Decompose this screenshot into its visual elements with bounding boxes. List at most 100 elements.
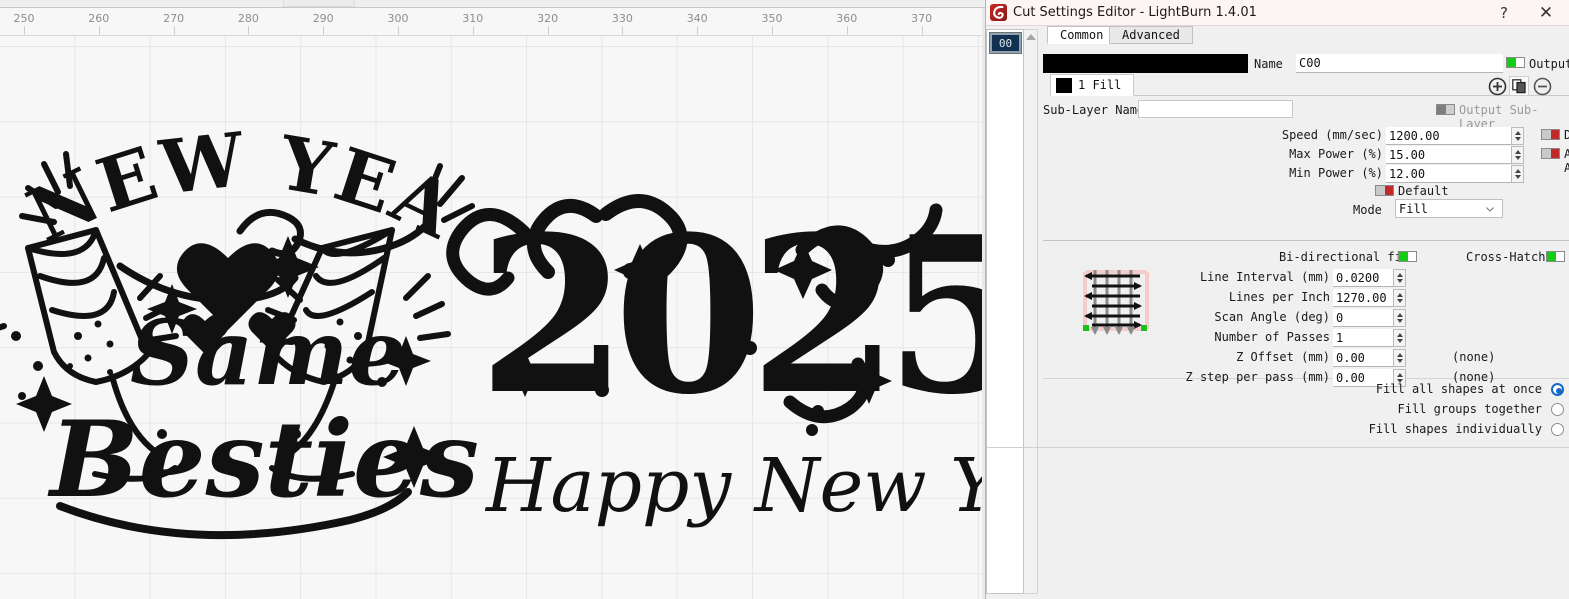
ruler-tick-260	[98, 26, 100, 35]
radio-row-fill-all[interactable]: Fill all shapes at once	[1043, 380, 1569, 400]
name-input[interactable]: C00	[1296, 54, 1503, 73]
sublayer-name-input[interactable]	[1138, 100, 1293, 118]
air-assist-label: Air Assist	[1564, 147, 1569, 175]
ruler-tick-290	[323, 26, 325, 35]
radio-row-fill-groups[interactable]: Fill groups together	[1043, 400, 1569, 420]
mode-label: Mode	[1353, 203, 1382, 217]
scan-angle-row: Scan Angle (deg)	[1043, 309, 1330, 327]
remove-sublayer-button[interactable]	[1532, 76, 1552, 96]
help-button[interactable]: ?	[1487, 0, 1521, 26]
scan-angle-spinner[interactable]	[1393, 309, 1406, 327]
lines-per-inch-label: Lines per Inch	[1228, 290, 1330, 304]
z-offset-spinner[interactable]	[1393, 349, 1406, 367]
z-offset-row: Z Offset (mm)	[1043, 349, 1330, 367]
ruler-label-280: 280	[237, 12, 259, 25]
max-power-spinner[interactable]	[1511, 146, 1524, 164]
line-interval-spinner[interactable]	[1393, 269, 1406, 287]
min-power-row: Min Power (%)	[1043, 165, 1383, 183]
ruler-label-250: 250	[13, 12, 35, 25]
fill-all-shapes-radio[interactable]	[1551, 383, 1564, 396]
lines-per-inch-spinner[interactable]	[1393, 289, 1406, 307]
ruler-label-260: 260	[88, 12, 110, 25]
z-offset-note: (none)	[1452, 350, 1496, 364]
ruler-label-310: 310	[462, 12, 484, 25]
layer-color-bar	[1043, 54, 1248, 73]
ruler-label-330: 330	[611, 12, 633, 25]
bidirectional-fill-label: Bi-directional fill	[1279, 250, 1417, 264]
line-interval-label: Line Interval (mm)	[1199, 270, 1330, 284]
ruler-tick-340	[697, 26, 699, 35]
number-of-passes-label: Number of Passes	[1214, 330, 1330, 344]
scroll-up-arrow-icon[interactable]	[1026, 34, 1036, 40]
ruler-tick-360	[846, 26, 848, 35]
min-power-spinner[interactable]	[1511, 165, 1524, 183]
fill-groups-radio[interactable]	[1551, 403, 1564, 416]
lines-per-inch-input[interactable]: 1270.00	[1333, 289, 1393, 307]
output-sublayer-toggle[interactable]	[1436, 104, 1455, 115]
add-sublayer-button[interactable]	[1487, 76, 1507, 96]
ruler-label-270: 270	[163, 12, 185, 25]
close-button[interactable]: ✕	[1529, 0, 1563, 26]
speed-input[interactable]: 1200.00	[1386, 127, 1511, 145]
dialog-body: 00 Name C00 Output 1 Fill Sub-Layer Name…	[986, 26, 1569, 599]
air-assist-toggle[interactable]	[1541, 148, 1560, 159]
scan-angle-input[interactable]: 0	[1333, 309, 1393, 327]
mode-select[interactable]: Fill	[1395, 199, 1503, 218]
settings-pane: Name C00 Output 1 Fill Sub-Layer Name Ou…	[1043, 26, 1569, 599]
layer-item-00[interactable]: 00	[989, 32, 1022, 54]
cut-settings-editor-dialog: Cut Settings Editor - LightBurn 1.4.01 ?…	[985, 0, 1569, 599]
fill-mode-radio-group: Fill all shapes at once Fill groups toge…	[1043, 380, 1569, 440]
chevron-down-icon	[1486, 207, 1494, 212]
z-offset-label: Z Offset (mm)	[1236, 350, 1330, 364]
max-power-input[interactable]: 15.00	[1386, 146, 1511, 164]
z-offset-input[interactable]: 0.00	[1333, 349, 1393, 367]
fill-tab-label: 1 Fill	[1078, 78, 1122, 92]
fill-tab-color-swatch	[1056, 77, 1072, 93]
sublayer-name-label: Sub-Layer Name	[1043, 103, 1145, 117]
fill-individually-label: Fill shapes individually	[1368, 422, 1542, 436]
fill-tab[interactable]: 1 Fill	[1050, 74, 1135, 96]
speed-spinner[interactable]	[1511, 127, 1524, 145]
name-label: Name	[1254, 57, 1283, 71]
fill-individually-radio[interactable]	[1551, 423, 1564, 436]
duplicate-sublayer-button[interactable]	[1509, 76, 1529, 96]
dialog-title: Cut Settings Editor - LightBurn 1.4.01	[1013, 5, 1257, 20]
mode-select-value: Fill	[1399, 202, 1428, 216]
ruler-label-370: 370	[911, 12, 933, 25]
max-power-label: Max Power (%)	[1289, 147, 1383, 161]
scan-angle-label: Scan Angle (deg)	[1214, 310, 1330, 324]
dialog-titlebar[interactable]: Cut Settings Editor - LightBurn 1.4.01 ?…	[986, 0, 1569, 26]
layer-list[interactable]: 00	[986, 29, 1024, 594]
tab-common[interactable]: Common	[1047, 26, 1117, 44]
ruler-tick-310	[472, 26, 474, 35]
mode-default-label: Default	[1398, 184, 1449, 198]
speed-default-label: Default	[1564, 128, 1569, 142]
design-canvas[interactable]: 250 260 270 280 290 300 310 320 330 340 350 360 370 …	[0, 0, 985, 599]
ruler-label-290: 290	[312, 12, 334, 25]
output-toggle[interactable]	[1506, 57, 1525, 68]
ruler-tick-330	[622, 26, 624, 35]
ruler-label-350: 350	[761, 12, 783, 25]
lines-per-inch-row: Lines per Inch	[1043, 289, 1330, 307]
line-interval-input[interactable]: 0.0200	[1333, 269, 1393, 287]
number-of-passes-spinner[interactable]	[1393, 329, 1406, 347]
settings-tab-row	[1043, 224, 1569, 241]
speed-default-toggle[interactable]	[1541, 129, 1560, 140]
crosshatch-toggle[interactable]	[1546, 251, 1565, 262]
speed-row: Speed (mm/sec)	[1043, 127, 1383, 145]
canvas-grid	[0, 36, 985, 599]
ruler-tick-350	[772, 26, 773, 35]
ruler-tick-300	[398, 26, 399, 35]
tab-advanced[interactable]: Advanced	[1109, 26, 1193, 44]
number-of-passes-input[interactable]: 1	[1333, 329, 1393, 347]
min-power-input[interactable]: 12.00	[1386, 165, 1511, 183]
bidirectional-fill-toggle[interactable]	[1398, 251, 1417, 262]
lightburn-logo-icon	[990, 4, 1007, 21]
radio-row-fill-individually[interactable]: Fill shapes individually	[1043, 420, 1569, 440]
speed-label: Speed (mm/sec)	[1281, 128, 1383, 142]
ruler-tick-270	[173, 26, 175, 35]
mode-default-toggle[interactable]	[1375, 185, 1394, 196]
line-interval-row: Line Interval (mm)	[1043, 269, 1330, 287]
layer-list-scrollbar[interactable]	[1024, 29, 1038, 594]
ruler-label-300: 300	[387, 12, 409, 25]
